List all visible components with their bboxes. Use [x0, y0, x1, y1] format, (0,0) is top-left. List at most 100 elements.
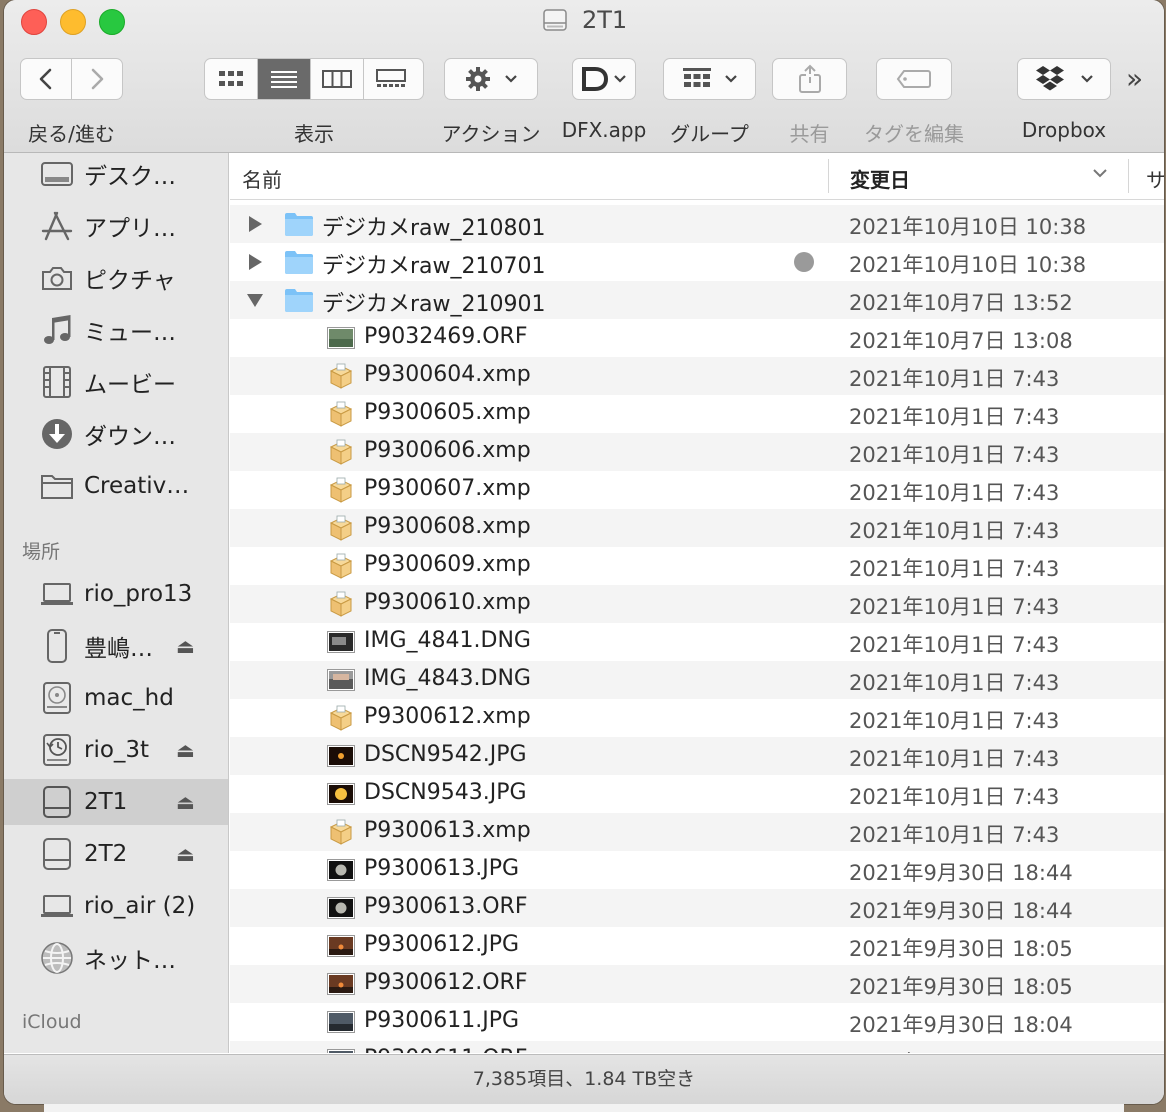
file-row[interactable]: P9300608.xmp 2021年10月1日 7:43: [230, 509, 1164, 547]
modified-date: 2021年10月10日 10:38: [849, 215, 1087, 239]
file-row[interactable]: IMG_4841.DNG 2021年10月1日 7:43: [230, 623, 1164, 661]
chevron-down-icon[interactable]: [1092, 167, 1108, 179]
chevron-right-icon: [91, 68, 104, 90]
chevron-down-icon: [724, 75, 737, 83]
name-column-header[interactable]: 名前: [242, 164, 282, 193]
file-row[interactable]: DSCN9543.JPG 2021年10月1日 7:43: [230, 775, 1164, 813]
eject-icon[interactable]: ⏏: [176, 842, 195, 866]
file-row[interactable]: P9300611.ORF 2021年9月30日 18:04: [230, 1041, 1164, 1053]
sidebar-item-movies[interactable]: ムービー: [4, 359, 228, 405]
file-row[interactable]: P9300606.xmp 2021年10月1日 7:43: [230, 433, 1164, 471]
sidebar-item-rio-3t[interactable]: rio_3t ⏏: [4, 727, 228, 773]
file-name: P9300605.xmp: [364, 400, 531, 425]
share-label: 共有: [789, 122, 830, 146]
sidebar-item-applications[interactable]: アプリ…: [4, 203, 228, 249]
disclosure-triangle-right-icon[interactable]: [246, 215, 264, 233]
image-thumbnail-icon: [326, 1008, 356, 1036]
back-button[interactable]: [21, 59, 72, 99]
sidebar-item-2t1[interactable]: 2T1 ⏏: [4, 779, 228, 825]
column-divider[interactable]: [1128, 159, 1129, 193]
disclosure-triangle-right-icon[interactable]: [246, 253, 264, 271]
eject-icon[interactable]: ⏏: [176, 634, 195, 658]
file-row[interactable]: IMG_4843.DNG 2021年10月1日 7:43: [230, 661, 1164, 699]
edit-tags-button[interactable]: [876, 58, 952, 100]
sidebar-item-iphone[interactable]: 豊嶋… ⏏: [4, 623, 228, 669]
dropbox-menu-button[interactable]: [1017, 58, 1111, 100]
eject-icon[interactable]: ⏏: [176, 790, 195, 814]
sidebar-item-pictures[interactable]: ピクチャ: [4, 255, 228, 301]
nav-label: 戻る/進む: [28, 122, 115, 146]
size-column-header[interactable]: サ: [1146, 164, 1164, 193]
file-row[interactable]: P9300613.xmp 2021年10月1日 7:43: [230, 813, 1164, 851]
sidebar-item-downloads[interactable]: ダウン…: [4, 411, 228, 457]
sidebar-item-rio-pro13[interactable]: rio_pro13: [4, 571, 228, 617]
file-list: 名前 変更日 サ デジカメraw_210801 2021年10月10日 10:38…: [230, 153, 1164, 1053]
applications-icon: [40, 209, 74, 243]
sidebar-item-2t2[interactable]: 2T2 ⏏: [4, 831, 228, 877]
sidebar-item-mac-hd[interactable]: mac_hd: [4, 675, 228, 721]
column-divider[interactable]: [828, 159, 829, 193]
gray-tag-dot: [794, 252, 814, 272]
file-row[interactable]: P9300605.xmp 2021年10月1日 7:43: [230, 395, 1164, 433]
disclosure-triangle-down-icon[interactable]: [246, 291, 264, 309]
file-row[interactable]: P9032469.ORF 2021年10月7日 13:08: [230, 319, 1164, 357]
xmp-file-icon: [326, 362, 356, 390]
file-row[interactable]: P9300612.xmp 2021年10月1日 7:43: [230, 699, 1164, 737]
date-column-header[interactable]: 変更日: [850, 164, 910, 193]
file-row[interactable]: P9300607.xmp 2021年10月1日 7:43: [230, 471, 1164, 509]
xmp-file-icon: [326, 400, 356, 428]
list-view-button[interactable]: [258, 59, 311, 99]
file-row[interactable]: P9300610.xmp 2021年10月1日 7:43: [230, 585, 1164, 623]
network-icon: [40, 941, 74, 975]
folder-row[interactable]: デジカメraw_210701 2021年10月10日 10:38: [230, 243, 1164, 281]
column-header: 名前 変更日 サ: [230, 153, 1164, 200]
file-row[interactable]: P9300609.xmp 2021年10月1日 7:43: [230, 547, 1164, 585]
chevron-down-icon: [505, 75, 517, 83]
grid-icon: [219, 71, 243, 86]
column-view-button[interactable]: [311, 59, 364, 99]
file-row[interactable]: P9300604.xmp 2021年10月1日 7:43: [230, 357, 1164, 395]
toolbar-overflow-button[interactable]: »: [1126, 62, 1143, 95]
share-button[interactable]: [772, 58, 847, 100]
sidebar-item-rio-air[interactable]: rio_air (2): [4, 883, 228, 929]
modified-date: 2021年10月1日 7:43: [849, 671, 1060, 695]
file-row[interactable]: P9300612.JPG 2021年9月30日 18:05: [230, 927, 1164, 965]
modified-date: 2021年10月7日 13:08: [849, 329, 1073, 353]
sidebar: デスク… アプリ… ピクチャ ミュー… ムービー ダウン… Creativ… 場…: [4, 153, 229, 1053]
image-thumbnail-icon: [326, 856, 356, 884]
file-row[interactable]: P9300613.JPG 2021年9月30日 18:44: [230, 851, 1164, 889]
file-name: P9300611.JPG: [364, 1008, 520, 1033]
xmp-file-icon: [326, 476, 356, 504]
sidebar-item-network[interactable]: ネット…: [4, 935, 228, 981]
file-row[interactable]: DSCN9542.JPG 2021年10月1日 7:43: [230, 737, 1164, 775]
file-name: P9032469.ORF: [364, 324, 528, 349]
laptop-icon: [40, 889, 74, 923]
sidebar-item-creative[interactable]: Creativ…: [4, 463, 228, 509]
eject-icon[interactable]: ⏏: [176, 738, 195, 762]
external-drive-icon: [541, 6, 569, 34]
dfx-app-button[interactable]: [572, 58, 636, 100]
sidebar-item-music[interactable]: ミュー…: [4, 307, 228, 353]
icon-view-button[interactable]: [205, 59, 258, 99]
file-row[interactable]: P9300611.JPG 2021年9月30日 18:04: [230, 1003, 1164, 1041]
chevron-left-icon: [39, 68, 52, 90]
window-title: 2T1: [581, 6, 628, 34]
file-row[interactable]: P9300613.ORF 2021年9月30日 18:44: [230, 889, 1164, 927]
gallery-view-button[interactable]: [364, 59, 417, 99]
modified-date: 2021年10月1日 7:43: [849, 443, 1060, 467]
iphone-icon: [40, 629, 74, 663]
file-name: P9300609.xmp: [364, 552, 531, 577]
image-thumbnail-icon: [326, 742, 356, 770]
group-menu-button[interactable]: [663, 58, 756, 100]
download-icon: [40, 417, 74, 451]
folder-row[interactable]: デジカメraw_210901 2021年10月7日 13:52: [230, 281, 1164, 319]
share-icon: [798, 64, 821, 93]
sidebar-item-desktop[interactable]: デスク…: [4, 153, 228, 197]
action-menu-button[interactable]: [444, 58, 538, 100]
forward-button[interactable]: [72, 59, 123, 99]
folder-row[interactable]: デジカメraw_210801 2021年10月10日 10:38: [230, 205, 1164, 243]
view-label: 表示: [294, 122, 334, 146]
file-row[interactable]: P9300612.ORF 2021年9月30日 18:05: [230, 965, 1164, 1003]
file-name: P9300612.ORF: [364, 970, 528, 995]
external-drive-icon: [40, 785, 74, 819]
